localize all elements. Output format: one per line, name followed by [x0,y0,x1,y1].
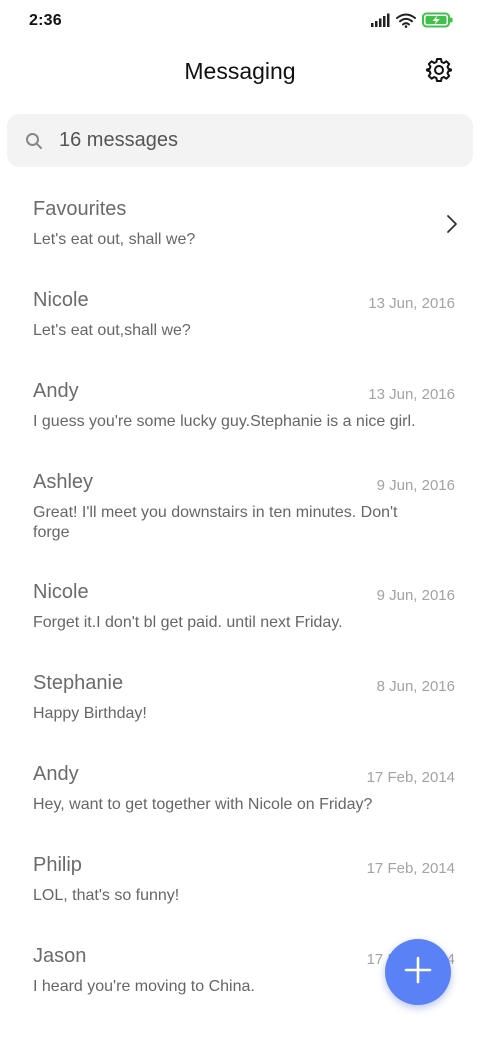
conversation-item[interactable]: Philip 17 Feb, 2014 LOL, that's so funny… [0,834,480,925]
conversation-item[interactable]: Ashley 9 Jun, 2016 Great! I'll meet you … [0,451,480,561]
status-icons [370,12,454,28]
conversation-preview: Hey, want to get together with Nicole on… [33,796,373,813]
page-title: Messaging [184,58,296,84]
gear-icon [426,57,452,88]
conversation-name: Favourites [33,198,127,220]
conversation-name: Jason [33,945,87,967]
search-icon [25,132,43,150]
conversation-date: 8 Jun, 2016 [376,678,455,695]
battery-charging-icon [422,12,454,28]
conversation-name: Nicole [33,581,89,603]
conversation-date: 17 Feb, 2014 [366,860,455,877]
conversation-preview: Let's eat out, shall we? [33,231,196,248]
conversation-preview: LOL, that's so funny! [33,887,180,904]
settings-button[interactable] [423,56,455,88]
favourites-item[interactable]: Favourites Let's eat out, shall we? [0,178,480,269]
status-bar: 2:36 [0,0,480,44]
conversation-item[interactable]: Andy 17 Feb, 2014 Hey, want to get toget… [0,743,480,834]
conversation-date: 9 Jun, 2016 [376,477,455,494]
conversation-name: Andy [33,763,79,785]
conversation-preview: I heard you're moving to China. [33,978,255,995]
app-header: Messaging [0,52,480,92]
signal-icon [370,13,390,27]
conversation-date: 13 Jun, 2016 [368,386,455,403]
conversation-date: 9 Jun, 2016 [376,587,455,604]
conversation-preview: I guess you're some lucky guy.Stephanie … [33,413,416,430]
plus-icon [404,956,432,989]
conversation-preview: Happy Birthday! [33,705,147,722]
conversation-item[interactable]: Nicole 13 Jun, 2016 Let's eat out,shall … [0,269,480,360]
conversation-item[interactable]: Nicole 9 Jun, 2016 Forget it.I don't bl … [0,561,480,652]
search-bar[interactable] [7,114,473,167]
wifi-icon [396,13,416,28]
conversation-date: 17 Feb, 2014 [366,769,455,786]
compose-button[interactable] [385,939,451,1005]
conversation-date: 13 Jun, 2016 [368,295,455,312]
conversation-list: Favourites Let's eat out, shall we? Nico… [0,178,480,1016]
conversation-name: Stephanie [33,672,124,694]
conversation-item[interactable]: Andy 13 Jun, 2016 I guess you're some lu… [0,360,480,451]
conversation-preview: Let's eat out,shall we? [33,322,191,339]
conversation-preview: Forget it.I don't bl get paid. until nex… [33,614,343,631]
status-time: 2:36 [29,12,62,29]
conversation-name: Nicole [33,289,89,311]
conversation-item[interactable]: Stephanie 8 Jun, 2016 Happy Birthday! [0,652,480,743]
conversation-name: Philip [33,854,82,876]
conversation-name: Ashley [33,471,94,493]
chevron-right-icon [446,214,458,239]
conversation-preview: Great! I'll meet you downstairs in ten m… [33,504,398,541]
conversation-name: Andy [33,380,79,402]
search-input[interactable] [59,129,439,152]
